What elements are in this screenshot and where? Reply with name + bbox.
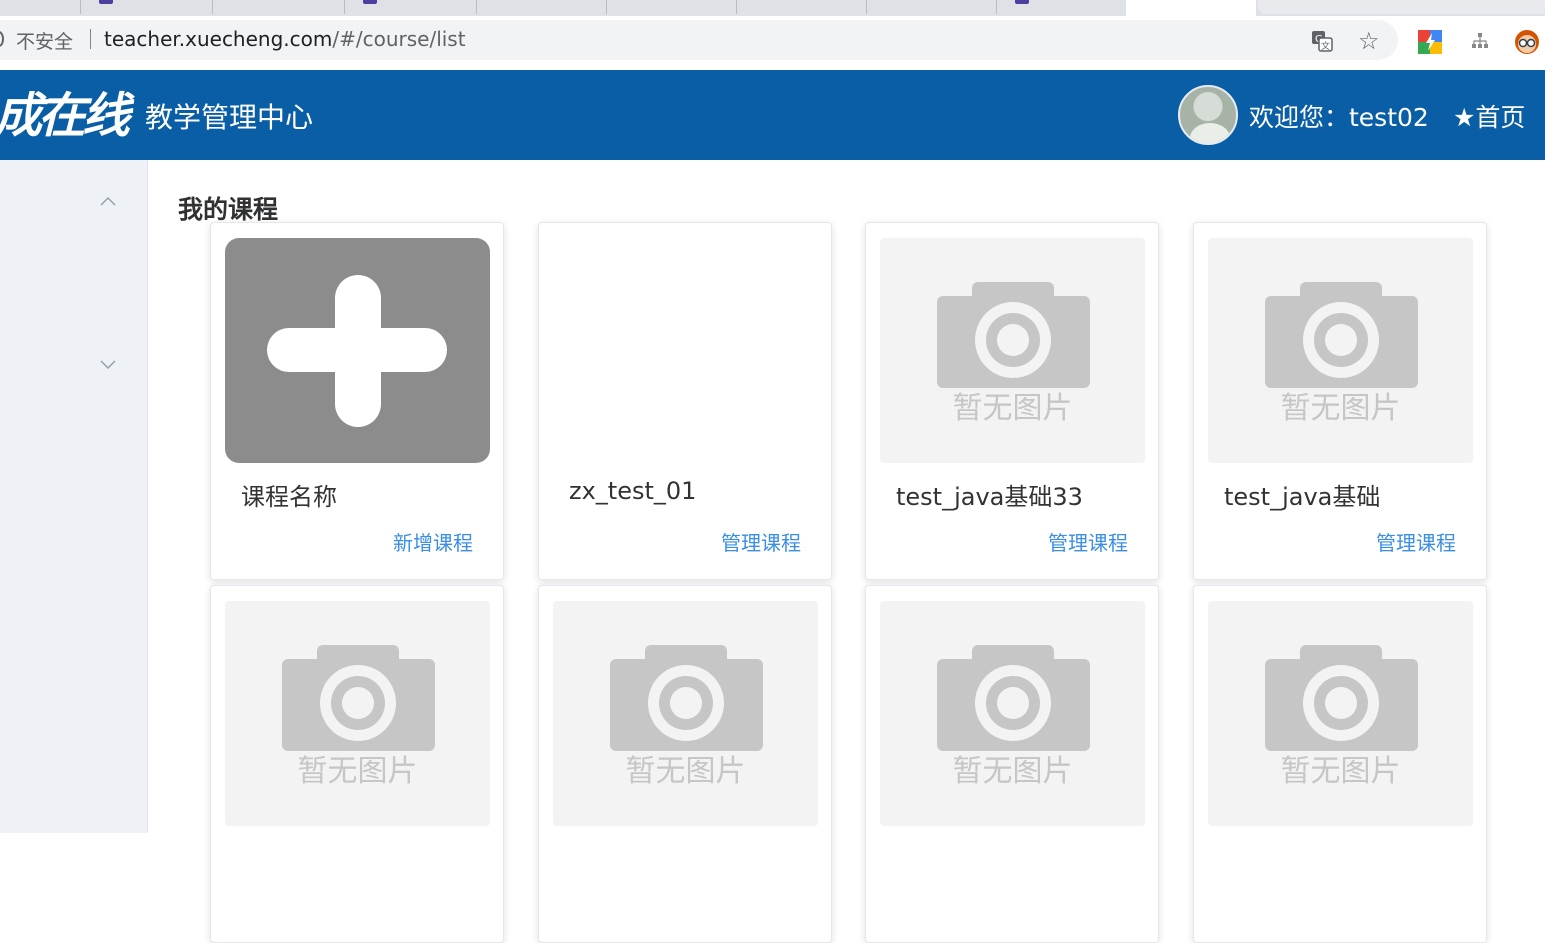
no-image-placeholder[interactable]: 暂无图片 [880, 238, 1145, 463]
browser-tab-active[interactable] [1126, 0, 1256, 16]
profile-icon[interactable] [1514, 29, 1540, 60]
no-image-placeholder[interactable]: 暂无图片 [1208, 238, 1473, 463]
browser-tab[interactable] [476, 0, 605, 14]
no-image-text: 暂无图片 [625, 754, 746, 789]
tab-favicon-icon [99, 0, 113, 4]
course-card[interactable]: 暂无图片 [210, 585, 504, 943]
star-icon[interactable]: ☆ [1358, 27, 1380, 55]
translate-icon[interactable]: G文 [1311, 30, 1333, 57]
page-title: 我的课程 [178, 195, 279, 224]
manage-course-link[interactable]: 管理课程 [1048, 527, 1128, 556]
course-thumb[interactable] [553, 238, 818, 463]
extension-icon[interactable] [1418, 30, 1442, 59]
course-card[interactable]: 暂无图片 [865, 585, 1159, 943]
camera-icon [997, 687, 1029, 719]
course-card[interactable]: 课程名称新增课程 [210, 222, 504, 580]
site-title: 教学管理中心 [145, 101, 314, 134]
no-image-placeholder[interactable]: 暂无图片 [880, 601, 1145, 826]
svg-text:文: 文 [1321, 40, 1330, 52]
browser-tab[interactable] [344, 0, 473, 14]
browser-tab[interactable] [212, 0, 341, 14]
no-image-placeholder[interactable]: 暂无图片 [1208, 601, 1473, 826]
no-image-text: 暂无图片 [1280, 391, 1401, 426]
chevron-down-icon[interactable] [100, 354, 116, 375]
tab-favicon-icon [1015, 0, 1029, 4]
course-name: test_java基础 [1224, 483, 1381, 511]
welcome-text: 欢迎您：test02 [1249, 103, 1429, 132]
course-card[interactable]: 暂无图片 test_java基础管理课程 [1193, 222, 1487, 580]
site-logo[interactable]: 成在线 [0, 76, 130, 146]
manage-course-link[interactable]: 管理课程 [721, 527, 801, 556]
browser-tab[interactable] [736, 0, 865, 14]
camera-icon [997, 324, 1029, 356]
browser-tab[interactable] [866, 0, 995, 14]
no-image-placeholder[interactable]: 暂无图片 [553, 601, 818, 826]
tab-favicon-icon [363, 0, 377, 4]
course-card[interactable]: zx_test_01 管理课程 [538, 222, 832, 580]
browser-tab[interactable] [1258, 0, 1545, 14]
course-name: test_java基础33 [896, 483, 1083, 511]
add-course-link[interactable]: 新增课程 [393, 527, 473, 556]
camera-icon [342, 687, 374, 719]
course-name: zx_test_01 [569, 477, 697, 505]
chevron-up-icon[interactable] [100, 190, 116, 211]
no-image-text: 暂无图片 [1280, 754, 1401, 789]
browser-tab[interactable] [80, 0, 209, 14]
no-image-text: 暂无图片 [297, 754, 418, 789]
insecure-label[interactable]: 不安全 [16, 27, 73, 54]
sitemap-icon[interactable] [1471, 32, 1489, 54]
url-path: /#/course/list [332, 27, 466, 51]
url-separator [90, 29, 91, 49]
url-host: teacher.xuecheng.com [104, 27, 333, 51]
no-image-text: 暂无图片 [952, 754, 1073, 789]
course-card[interactable]: 暂无图片 [538, 585, 832, 943]
course-card[interactable]: 暂无图片 test_java基础33 管理课程 [865, 222, 1159, 580]
camera-icon [1325, 324, 1357, 356]
no-image-placeholder[interactable]: 暂无图片 [225, 601, 490, 826]
no-image-text: 暂无图片 [952, 391, 1073, 426]
site-header: 成在线 教学管理中心 欢迎您：test02 ★首页 [0, 70, 1545, 160]
url-text[interactable]: teacher.xuecheng.com/#/course/list [104, 27, 466, 51]
plus-icon-bar [267, 328, 447, 372]
browser-tab[interactable] [996, 0, 1125, 14]
sidebar [0, 160, 148, 833]
add-course-thumb[interactable] [225, 238, 490, 463]
address-bar: 不安全 teacher.xuecheng.com/#/course/list G… [0, 16, 1545, 70]
home-link[interactable]: ★首页 [1453, 98, 1525, 134]
browser-tab-strip [0, 0, 1545, 16]
browser-tab[interactable] [606, 0, 735, 14]
course-name: 课程名称 [241, 483, 337, 511]
manage-course-link[interactable]: 管理课程 [1376, 527, 1456, 556]
avatar[interactable] [1178, 85, 1238, 145]
course-card[interactable]: 暂无图片 [1193, 585, 1487, 943]
camera-icon [670, 687, 702, 719]
camera-icon [1325, 687, 1357, 719]
